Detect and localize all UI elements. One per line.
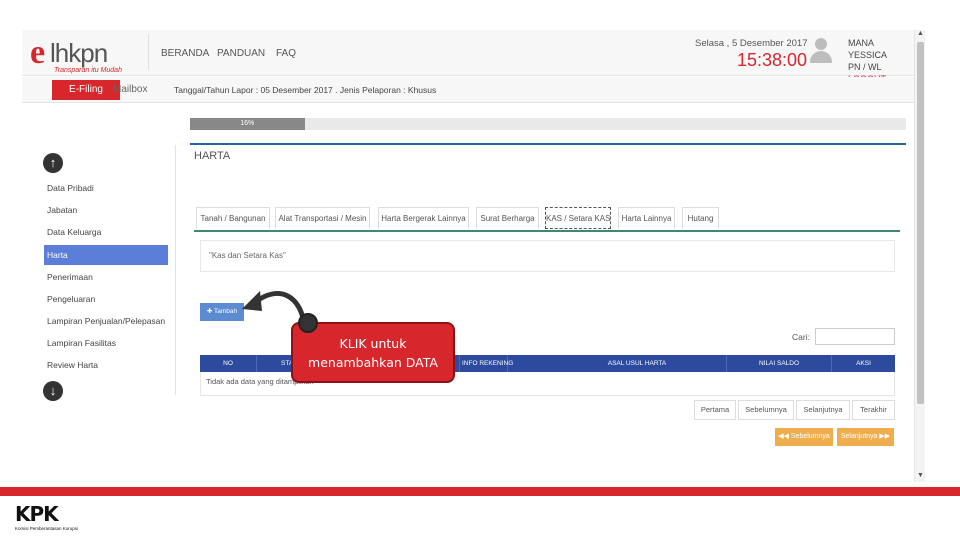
sidebar-item-jabatan[interactable]: Jabatan bbox=[44, 200, 168, 220]
nav-faq[interactable]: FAQ bbox=[276, 48, 296, 59]
tab-harta-bergerak[interactable]: Harta Bergerak Lainnya bbox=[378, 207, 469, 229]
efiling-button[interactable]: E-Filing bbox=[52, 80, 120, 100]
scroll-down-icon[interactable]: ▼ bbox=[916, 472, 925, 482]
pagination-first[interactable]: Pertama bbox=[694, 400, 736, 420]
nav-beranda[interactable]: BERANDA bbox=[161, 48, 209, 59]
instruction-callout: KLIK untuk menambahkan DATA bbox=[291, 322, 455, 383]
user-name: MANA YESSICA bbox=[848, 38, 888, 60]
tab-tanah-bangunan[interactable]: Tanah / Bangunan bbox=[196, 207, 270, 229]
logo-text: lhkpn bbox=[50, 38, 108, 68]
vertical-scrollbar[interactable]: ▲ ▼ bbox=[914, 30, 925, 482]
current-date: Selasa , 5 Desember 2017 bbox=[695, 38, 808, 49]
sidebar-item-lampiran-fasilitas[interactable]: Lampiran Fasilitas bbox=[44, 333, 168, 353]
kpk-logo: KPK Komisi Pemberantasan Korupsi bbox=[15, 503, 78, 531]
callout-arrow-head bbox=[242, 291, 262, 311]
kpk-subtitle: Komisi Pemberantasan Korupsi bbox=[15, 526, 79, 531]
column-header-info-rekening: INFO REKENING bbox=[460, 355, 513, 372]
callout-line-1: KLIK untuk bbox=[339, 336, 407, 351]
report-info: Tanggal/Tahun Lapor : 05 Desember 2017 .… bbox=[174, 85, 437, 95]
avatar-head bbox=[815, 38, 827, 50]
nav-panduan[interactable]: PANDUAN bbox=[217, 48, 265, 59]
search-input[interactable] bbox=[815, 328, 895, 345]
user-avatar-icon[interactable] bbox=[808, 36, 834, 64]
scroll-thumb[interactable] bbox=[917, 42, 924, 404]
progress-fill: 16% bbox=[190, 118, 305, 130]
tab-hutang[interactable]: Hutang bbox=[682, 207, 719, 229]
header-divider bbox=[148, 34, 149, 70]
sidebar-item-data-keluarga[interactable]: Data Keluarga bbox=[44, 222, 168, 242]
sidebar-divider bbox=[175, 145, 176, 395]
elhkpn-logo[interactable]: e lhkpn Transparan itu Mudah bbox=[30, 34, 130, 76]
tab-kas-setara-kas[interactable]: KAS / Setara KAS bbox=[545, 207, 611, 229]
kpk-wordmark: KPK bbox=[15, 502, 59, 526]
tab-underline bbox=[194, 230, 900, 232]
sidebar-item-penerimaan[interactable]: Penerimaan bbox=[44, 267, 168, 287]
selanjutnya-button[interactable]: Selanjutnya ▶▶ bbox=[837, 428, 894, 446]
tab-surat-berharga[interactable]: Surat Berharga bbox=[476, 207, 539, 229]
footer-red-bar bbox=[0, 487, 960, 496]
sidebar-item-lampiran-penjualan[interactable]: Lampiran Penjualan/Pelepasan bbox=[44, 311, 168, 331]
column-header-aksi: AKSI bbox=[856, 360, 871, 367]
sidebar-item-harta[interactable]: Harta bbox=[44, 245, 168, 265]
sidebar-item-data-pribadi[interactable]: Data Pribadi bbox=[44, 178, 168, 198]
top-header: e lhkpn Transparan itu Mudah BERANDA PAN… bbox=[22, 30, 914, 84]
column-header-no: NO bbox=[200, 355, 257, 372]
column-header-asal-usul: ASAL USUL HARTA bbox=[508, 355, 727, 372]
logo-tagline: Transparan itu Mudah bbox=[54, 67, 122, 74]
tambah-button[interactable]: ✚ Tambah bbox=[200, 303, 244, 321]
sidebar-item-review-harta[interactable]: Review Harta bbox=[44, 355, 168, 375]
category-label: "Kas dan Setara Kas" bbox=[209, 251, 286, 260]
sub-navigation: E-Filing Mailbox Tanggal/Tahun Lapor : 0… bbox=[22, 77, 914, 103]
arrow-down-circle-icon[interactable]: ↓ bbox=[43, 381, 63, 401]
pagination-prev[interactable]: Sebelumnya bbox=[738, 400, 794, 420]
sidebar-item-pengeluaran[interactable]: Pengeluaran bbox=[44, 289, 168, 309]
avatar-body bbox=[810, 51, 832, 63]
tab-harta-lainnya[interactable]: Harta Lainnya bbox=[618, 207, 675, 229]
callout-line-2: menambahkan DATA bbox=[308, 355, 438, 370]
user-role: PN / WL bbox=[848, 62, 882, 72]
search-label: Cari: bbox=[792, 332, 810, 342]
section-title: HARTA bbox=[194, 150, 231, 162]
section-top-line bbox=[190, 143, 906, 145]
progress-bar: 16% bbox=[190, 118, 906, 130]
category-panel: "Kas dan Setara Kas" bbox=[200, 240, 895, 272]
app-window: e lhkpn Transparan itu Mudah BERANDA PAN… bbox=[22, 30, 925, 482]
scroll-up-icon[interactable]: ▲ bbox=[916, 30, 925, 40]
logo-e: e bbox=[30, 34, 46, 71]
pagination-last[interactable]: Terakhir bbox=[852, 400, 895, 420]
sebelumnya-button[interactable]: ◀◀ Sebelumnya bbox=[775, 428, 833, 446]
arrow-up-circle-icon[interactable]: ↑ bbox=[43, 153, 63, 173]
callout-pin bbox=[298, 313, 318, 333]
mailbox-link[interactable]: Mailbox bbox=[113, 84, 147, 95]
pagination-next[interactable]: Selanjutnya bbox=[796, 400, 850, 420]
column-header-nilai-saldo: NILAI SALDO bbox=[727, 355, 832, 372]
tab-alat-transportasi[interactable]: Alat Transportasi / Mesin bbox=[275, 207, 370, 229]
current-time: 15:38:00 bbox=[737, 50, 808, 70]
